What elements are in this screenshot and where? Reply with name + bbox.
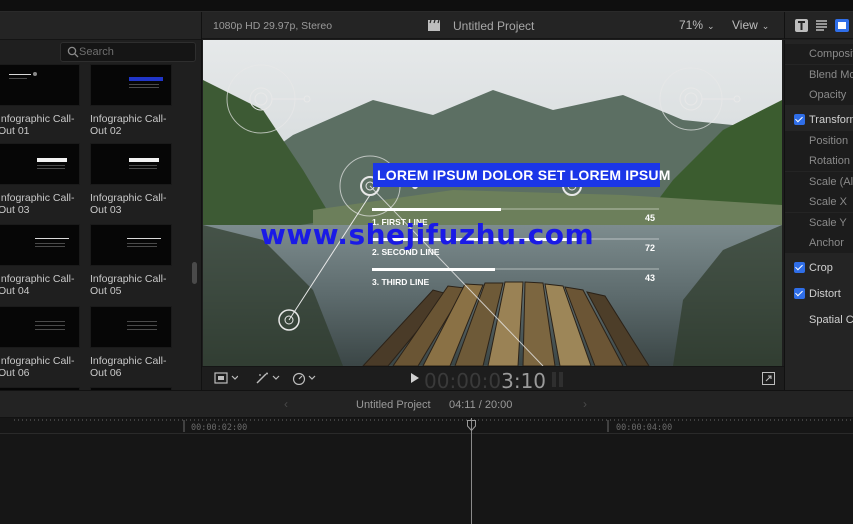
crop-checkbox[interactable]	[794, 262, 805, 273]
enhancements-dropdown[interactable]	[255, 371, 281, 387]
playhead-handle-icon[interactable]	[467, 420, 476, 431]
inspector-tabs	[784, 12, 853, 39]
viewer-controls: 00:00:03:10	[202, 366, 784, 393]
expand-icon	[762, 372, 775, 385]
video-frame	[203, 40, 782, 366]
transform-checkbox[interactable]	[794, 114, 805, 125]
play-button[interactable]	[410, 372, 420, 388]
viewer-canvas[interactable]: LOREM IPSUM DOLOR SET LOREM IPSUM 1. FIR…	[203, 40, 782, 366]
row-value: 45	[645, 213, 656, 223]
distort-section[interactable]: Distort	[785, 284, 853, 304]
crop-label: Crop	[809, 262, 833, 274]
clip-thumbnail	[90, 143, 172, 185]
clip-label: Infographic Call- Out 04	[0, 273, 75, 297]
playhead[interactable]	[471, 418, 472, 524]
clip-thumbnail	[0, 64, 80, 106]
clip-thumbnail	[0, 224, 80, 266]
row-progress-fill	[372, 208, 501, 211]
clip-thumbnail	[90, 64, 172, 106]
param-scale-y[interactable]: Scale Y	[785, 213, 853, 233]
clip-thumbnail	[0, 306, 80, 348]
param-opacity[interactable]: Opacity	[785, 85, 853, 105]
clip-thumbnail	[0, 143, 80, 185]
row-value: 72	[645, 243, 656, 253]
timeline-header: ‹ Untitled Project 04:11 / 20:00 ›	[0, 390, 853, 418]
ruler-ticks	[14, 419, 853, 432]
clip-label: Infographic Call- Out 02	[90, 113, 167, 137]
chevron-right-icon[interactable]: ›	[583, 397, 587, 411]
zoom-value: 71%	[679, 18, 704, 32]
viewer-toolbar: 1080p HD 29.97p, Stereo Untitled Project…	[202, 12, 784, 39]
param-anchor[interactable]: Anchor	[785, 233, 853, 253]
timeline-duration: 04:11 / 20:00	[449, 399, 513, 411]
chevron-down-icon: ⌄	[761, 21, 770, 31]
magic-wand-icon	[256, 372, 280, 384]
zoom-dropdown[interactable]: 71% ⌄	[679, 18, 715, 32]
text-inspector-icon[interactable]	[795, 19, 808, 32]
title-inspector-icon[interactable]	[815, 19, 828, 32]
view-label: View	[732, 18, 758, 32]
clip-thumbnail	[90, 224, 172, 266]
crop-section[interactable]: Crop	[785, 258, 853, 278]
spatial-conform-label: Spatial Co	[809, 314, 853, 326]
watermark-text: www.shejifuzhu.com	[260, 218, 595, 251]
clip-label: Infographic Call- Out 06	[90, 355, 167, 379]
clip-label: Infographic Call- Out 03	[0, 192, 75, 216]
clip-label: Infographic Call- Out 05	[90, 273, 167, 297]
distort-checkbox[interactable]	[794, 288, 805, 299]
browser-header	[0, 12, 201, 40]
param-compositing[interactable]: Composit	[785, 44, 853, 64]
clapperboard-icon	[428, 19, 440, 31]
timeline[interactable]: 00:00:02:00 00:00:04:00	[0, 418, 853, 524]
inspector-panel: Composit Blend Mo Opacity Transform Posi…	[784, 40, 853, 390]
video-inspector-icon[interactable]	[835, 19, 849, 32]
timeline-ruler[interactable]: 00:00:02:00 00:00:04:00	[0, 418, 853, 434]
transform-icon	[214, 372, 239, 384]
transform-tool-dropdown[interactable]	[214, 371, 239, 387]
param-scale-x[interactable]: Scale X	[785, 192, 853, 212]
retime-dropdown[interactable]	[292, 371, 318, 387]
browser-scrollbar[interactable]	[192, 262, 197, 284]
audio-meter-icon	[549, 370, 567, 387]
row-progress-fill	[372, 268, 495, 271]
clip-label: Infographic Call- Out 03	[90, 192, 167, 216]
timeline-project-title: Untitled Project	[356, 399, 431, 411]
chevron-down-icon: ⌄	[707, 21, 715, 31]
clip-label: Infographic Call- Out 01	[0, 113, 75, 137]
ruler-label: 00:00:02:00	[191, 423, 248, 433]
param-rotation[interactable]: Rotation	[785, 151, 853, 171]
param-scale-all[interactable]: Scale (All	[785, 172, 853, 192]
search-icon	[67, 46, 79, 58]
clip-thumbnail	[90, 306, 172, 348]
callout-title: LOREM IPSUM DOLOR SET LOREM IPSUM	[377, 167, 671, 183]
window-top-strip	[0, 0, 853, 12]
view-dropdown[interactable]: View ⌄	[732, 18, 769, 32]
project-title: Untitled Project	[453, 19, 535, 33]
fullscreen-button[interactable]	[762, 372, 775, 388]
param-blend-mode[interactable]: Blend Mo	[785, 65, 853, 85]
speedometer-icon	[292, 372, 316, 386]
format-label: 1080p HD 29.97p, Stereo	[213, 20, 333, 32]
search-input[interactable]	[79, 45, 191, 59]
search-field[interactable]	[60, 42, 196, 62]
chevron-left-icon[interactable]: ‹	[284, 397, 288, 411]
row-value: 43	[645, 273, 656, 283]
play-icon	[411, 373, 419, 383]
row-label: 3. THIRD LINE	[372, 277, 430, 287]
transform-label: Transform	[809, 114, 853, 126]
transform-section[interactable]: Transform	[785, 110, 853, 130]
clip-label: Infographic Call- Out 06	[0, 355, 75, 379]
distort-label: Distort	[809, 288, 841, 300]
ruler-label: 00:00:04:00	[616, 423, 673, 433]
spatial-conform-section[interactable]: Spatial Co	[785, 310, 853, 330]
param-position[interactable]: Position	[785, 131, 853, 151]
effects-browser: Infographic Call- Out 01 Infographic Cal…	[0, 12, 202, 390]
